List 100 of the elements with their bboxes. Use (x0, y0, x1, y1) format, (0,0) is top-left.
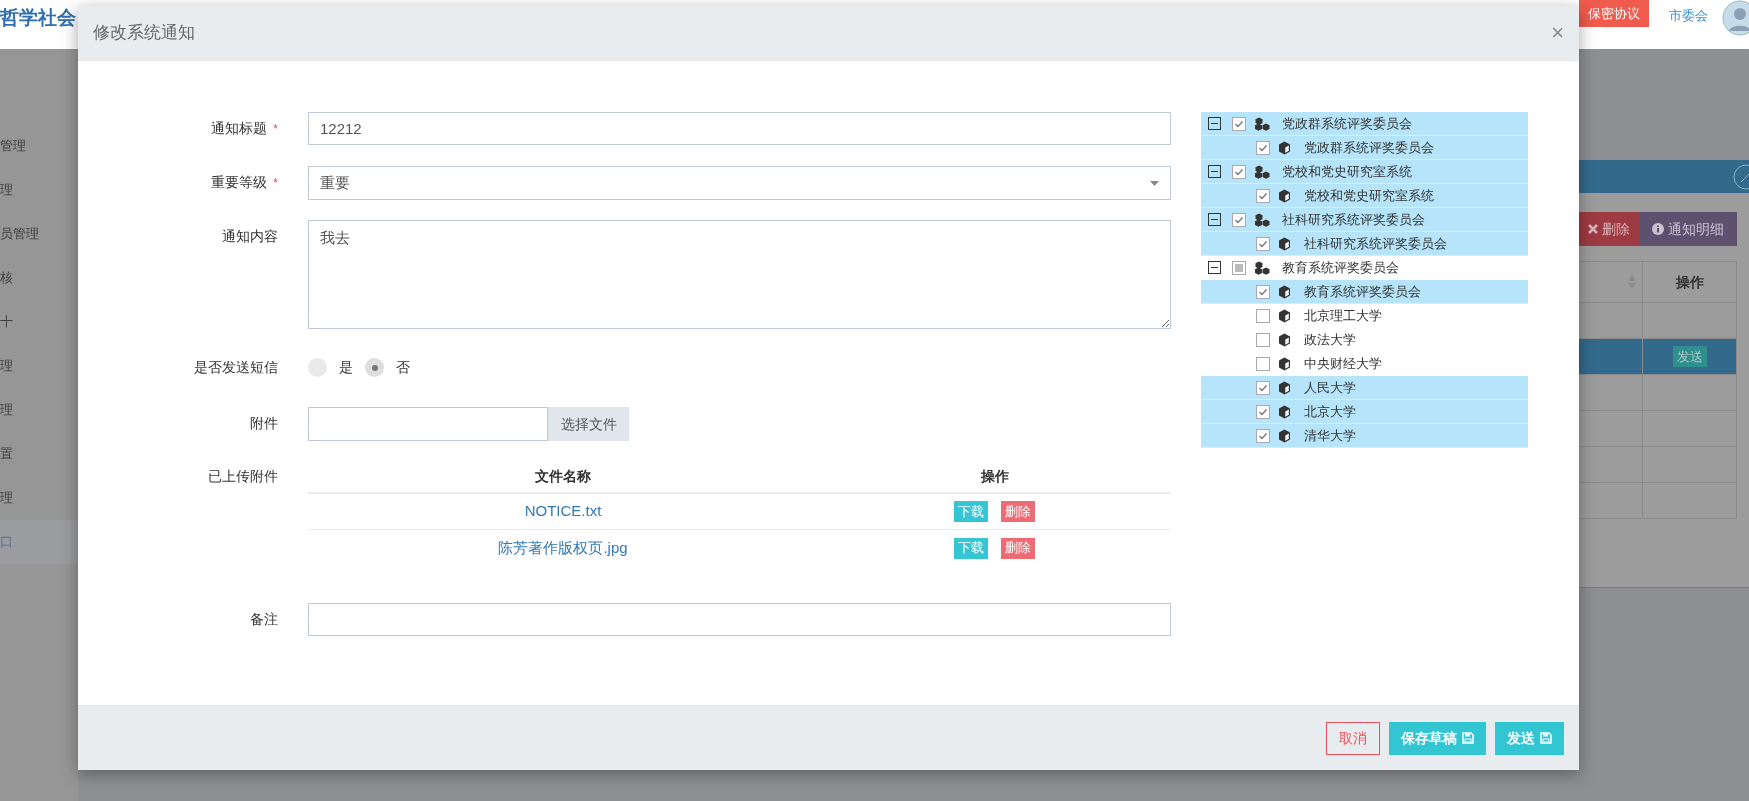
send-button[interactable]: 发送 (1672, 346, 1707, 367)
collapse-icon[interactable] (1208, 165, 1221, 178)
field-label: 重要等级 (211, 173, 268, 192)
detail-button[interactable]: 通知明细 (1639, 212, 1737, 246)
sidebar-item[interactable]: 核 (0, 256, 78, 300)
checkbox[interactable] (1232, 116, 1246, 131)
save-icon (1462, 732, 1474, 744)
delete-button[interactable]: 删除 (1001, 537, 1035, 559)
checkbox[interactable] (1256, 308, 1270, 323)
text-field[interactable]: 12212 (308, 112, 1171, 145)
radio-label: 是 (339, 358, 353, 377)
check-icon (1258, 382, 1268, 393)
agreement-button[interactable]: 保密协议 (1579, 0, 1649, 27)
cube-icon (1278, 308, 1291, 323)
download-button[interactable]: 下载 (954, 537, 988, 559)
sidebar-item[interactable]: 管理 (0, 124, 78, 168)
delete-button[interactable]: 删除 (1001, 501, 1035, 522)
check-icon (1258, 430, 1268, 441)
cancel-button[interactable]: 取消 (1326, 721, 1380, 755)
check-icon (1258, 142, 1268, 153)
content-field[interactable]: 我去 (308, 220, 1171, 329)
info-icon (1652, 223, 1664, 235)
cubes-icon (1254, 260, 1271, 275)
checkbox[interactable] (1256, 284, 1270, 299)
radio-label: 否 (396, 358, 410, 377)
user-name[interactable]: 市委会 (1669, 6, 1708, 26)
close-button[interactable]: × (1551, 22, 1564, 44)
field-label: 备注 (250, 610, 278, 629)
sidebar-item[interactable]: 理 (0, 344, 78, 388)
sidebar-item[interactable]: 十 (0, 300, 78, 344)
cube-icon (1278, 188, 1291, 203)
check-icon (1234, 166, 1244, 177)
button-label: 删除 (1602, 219, 1630, 239)
tree-node[interactable]: 清华大学 (1304, 425, 1356, 446)
cube-icon (1278, 428, 1291, 443)
cube-icon (1278, 140, 1291, 155)
sidebar-item[interactable]: 理 (0, 476, 78, 520)
modal-title: 修改系统通知 (93, 22, 195, 45)
checkbox[interactable] (1256, 188, 1270, 203)
checkbox[interactable] (1256, 332, 1270, 347)
checkbox[interactable] (1256, 428, 1270, 443)
collapse-icon[interactable] (1208, 213, 1221, 226)
cube-icon (1278, 380, 1291, 395)
field-label: 附件 (250, 414, 278, 433)
collapse-icon[interactable] (1208, 261, 1221, 274)
tree-node[interactable]: 北京大学 (1304, 401, 1356, 422)
field-label: 是否发送短信 (194, 358, 278, 377)
check-icon (1234, 118, 1244, 129)
cubes-icon (1254, 212, 1271, 227)
caret-icon (1150, 180, 1159, 186)
cubes-icon (1254, 164, 1271, 179)
check-icon (1258, 190, 1268, 201)
radio-button[interactable] (365, 358, 384, 377)
save-button[interactable]: 发送 (1495, 721, 1564, 755)
sidebar-item[interactable]: 员管理 (0, 212, 78, 256)
checkbox[interactable] (1256, 404, 1270, 419)
cubes-icon (1254, 116, 1271, 131)
cube-icon (1278, 332, 1291, 347)
download-button[interactable]: 下载 (954, 501, 988, 522)
file-link[interactable]: NOTICE.txt (524, 500, 602, 523)
collapse-icon[interactable] (1208, 117, 1221, 130)
file-field[interactable] (308, 407, 548, 441)
tree-node[interactable]: 政法大学 (1304, 329, 1356, 350)
tree-node[interactable]: 北京理工大学 (1304, 305, 1382, 326)
sidebar-item[interactable]: 置 (0, 432, 78, 476)
file-link[interactable]: 陈芳著作版权页.jpg (498, 536, 628, 560)
checkbox[interactable] (1256, 380, 1270, 395)
column-header: 操作 (979, 466, 1010, 486)
check-icon (1258, 406, 1268, 417)
required-mark: * (273, 120, 278, 138)
check-icon (1258, 286, 1268, 297)
avatar-icon[interactable] (1722, 0, 1749, 36)
sidebar-item[interactable]: 理 (0, 388, 78, 432)
sidebar-item[interactable]: 理 (0, 168, 78, 212)
cross-icon (1588, 224, 1598, 234)
select-field[interactable]: 重要 (308, 166, 1171, 200)
field-label: 已上传附件 (208, 467, 278, 486)
field-label: 通知内容 (222, 227, 278, 246)
delete-button[interactable]: 删除 (1579, 212, 1639, 246)
save-icon (1540, 732, 1552, 744)
cube-icon (1278, 236, 1291, 251)
text-field[interactable] (308, 603, 1171, 636)
save-button[interactable]: 保存草稿 (1389, 721, 1486, 755)
column-header: 文件名称 (534, 466, 592, 486)
checkbox[interactable] (1232, 164, 1246, 179)
checkbox[interactable] (1256, 356, 1270, 371)
table-row[interactable]: 发送 (1579, 338, 1736, 374)
app-title: 哲学社会 (0, 8, 76, 30)
tree-node[interactable]: 教育系统评奖委员会 (1282, 257, 1399, 278)
choose-file-button[interactable]: 选择文件 (548, 407, 629, 441)
checkbox[interactable] (1232, 212, 1246, 227)
column-header: 操作 (1675, 272, 1704, 292)
tree-node[interactable]: 人民大学 (1304, 377, 1356, 398)
cube-icon (1278, 404, 1291, 419)
checkbox[interactable] (1256, 236, 1270, 251)
check-icon (1258, 238, 1268, 249)
checkbox[interactable] (1256, 140, 1270, 155)
expand-icon[interactable] (1733, 163, 1749, 190)
tree-node[interactable]: 中央财经大学 (1304, 353, 1382, 374)
checkbox[interactable] (1232, 260, 1246, 275)
